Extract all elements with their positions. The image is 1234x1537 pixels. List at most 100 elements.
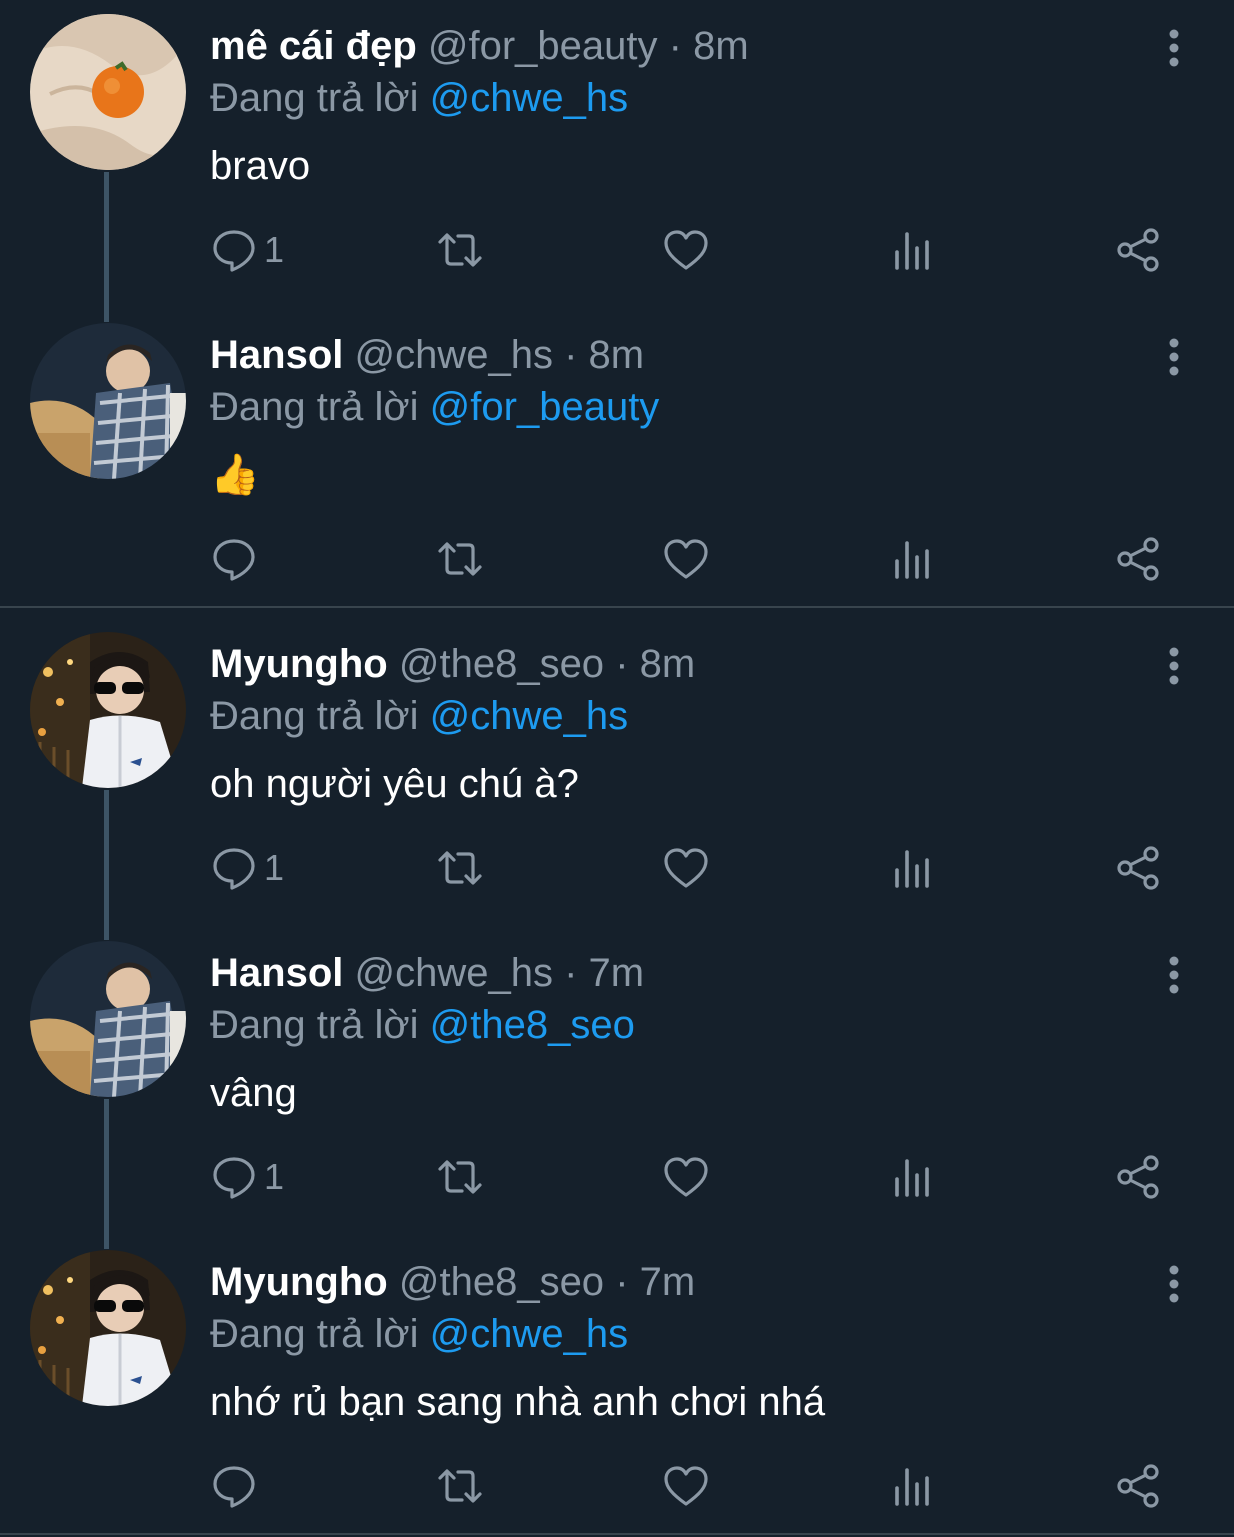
timestamp[interactable]: 7m xyxy=(640,1260,696,1304)
more-vertical-icon xyxy=(1169,29,1179,67)
more-options-button[interactable] xyxy=(1162,1264,1186,1304)
tweet-text: oh người yêu chú à? xyxy=(210,762,579,806)
user-handle[interactable]: @the8_seo xyxy=(399,1260,604,1304)
retweet-button[interactable] xyxy=(436,842,484,894)
like-button[interactable] xyxy=(662,533,710,585)
analytics-button[interactable] xyxy=(888,1460,936,1512)
analytics-button[interactable] xyxy=(888,533,936,585)
share-button[interactable] xyxy=(1114,842,1162,894)
replying-to: Đang trả lời @the8_seo xyxy=(210,999,1154,1051)
action-bar: 1 xyxy=(210,224,1170,276)
avatar-image-myungho xyxy=(30,1250,186,1406)
thread-connector-line xyxy=(104,1099,109,1249)
like-button[interactable] xyxy=(662,842,710,894)
tweet[interactable]: Myungho @the8_seo · 8m Đang trả lời @chw… xyxy=(0,618,1234,940)
retweet-icon xyxy=(438,542,482,576)
separator: · xyxy=(564,333,578,377)
display-name[interactable]: mê cái đẹp xyxy=(210,24,417,68)
avatar-image-hansol xyxy=(30,323,186,479)
action-bar xyxy=(210,1460,1170,1512)
tweet-text: vâng xyxy=(210,1071,297,1115)
more-options-button[interactable] xyxy=(1162,28,1186,68)
retweet-button[interactable] xyxy=(436,1460,484,1512)
more-options-button[interactable] xyxy=(1162,955,1186,995)
avatar[interactable] xyxy=(30,632,186,788)
user-handle[interactable]: @chwe_hs xyxy=(354,951,552,995)
timestamp[interactable]: 8m xyxy=(640,642,696,686)
user-handle[interactable]: @for_beauty xyxy=(428,24,658,68)
timestamp[interactable]: 7m xyxy=(589,951,645,995)
timestamp[interactable]: 8m xyxy=(589,333,645,377)
avatar[interactable] xyxy=(30,941,186,1097)
tweet-header: mê cái đẹp @for_beauty · 8m xyxy=(210,20,1154,72)
mention-link[interactable]: @for_beauty xyxy=(430,385,660,429)
mention-link[interactable]: @the8_seo xyxy=(430,1003,635,1047)
reply-count: 1 xyxy=(264,1156,285,1197)
retweet-button[interactable] xyxy=(436,533,484,585)
tweet[interactable]: mê cái đẹp @for_beauty · 8m Đang trả lời… xyxy=(0,0,1234,322)
analytics-button[interactable] xyxy=(888,224,936,276)
share-icon xyxy=(1117,1464,1159,1508)
more-vertical-icon xyxy=(1169,338,1179,376)
reply-button[interactable]: 1 xyxy=(210,1151,284,1203)
separator: · xyxy=(564,951,578,995)
analytics-button[interactable] xyxy=(888,1151,936,1203)
like-button[interactable] xyxy=(662,224,710,276)
retweet-button[interactable] xyxy=(436,224,484,276)
share-icon xyxy=(1117,846,1159,890)
separator: · xyxy=(615,1260,629,1304)
mention-link[interactable]: @chwe_hs xyxy=(430,1312,628,1356)
user-handle[interactable]: @chwe_hs xyxy=(354,333,552,377)
heart-icon xyxy=(664,1157,708,1197)
reply-button[interactable]: 1 xyxy=(210,842,284,894)
share-button[interactable] xyxy=(1114,1151,1162,1203)
display-name[interactable]: Myungho xyxy=(210,642,388,686)
avatar[interactable] xyxy=(30,14,186,170)
avatar-image-orange xyxy=(30,14,186,170)
user-handle[interactable]: @the8_seo xyxy=(399,642,604,686)
share-button[interactable] xyxy=(1114,224,1162,276)
avatar[interactable] xyxy=(30,323,186,479)
mention-link[interactable]: @chwe_hs xyxy=(430,76,628,120)
timestamp[interactable]: 8m xyxy=(693,24,749,68)
share-button[interactable] xyxy=(1114,1460,1162,1512)
display-name[interactable]: Hansol xyxy=(210,951,343,995)
analytics-icon xyxy=(895,232,929,270)
tweet[interactable]: Hansol @chwe_hs · 7m Đang trả lời @the8_… xyxy=(0,927,1234,1249)
tweet-text: nhớ rủ bạn sang nhà anh chơi nhá xyxy=(210,1380,826,1424)
replying-to: Đang trả lời @chwe_hs xyxy=(210,72,1154,124)
retweet-icon xyxy=(438,233,482,267)
heart-icon xyxy=(664,539,708,579)
tweet[interactable]: Myungho @the8_seo · 7m Đang trả lời @chw… xyxy=(0,1236,1234,1533)
more-vertical-icon xyxy=(1169,1265,1179,1303)
reply-button[interactable]: 1 xyxy=(210,224,284,276)
replying-to-label: Đang trả lời xyxy=(210,1312,419,1356)
like-button[interactable] xyxy=(662,1460,710,1512)
action-bar xyxy=(210,533,1170,585)
reply-button[interactable] xyxy=(210,1460,264,1512)
tweet-text: bravo xyxy=(210,144,311,188)
display-name[interactable]: Hansol xyxy=(210,333,343,377)
analytics-button[interactable] xyxy=(888,842,936,894)
more-vertical-icon xyxy=(1169,956,1179,994)
share-button[interactable] xyxy=(1114,533,1162,585)
replying-to: Đang trả lời @chwe_hs xyxy=(210,690,1154,742)
mention-link[interactable]: @chwe_hs xyxy=(430,694,628,738)
avatar[interactable] xyxy=(30,1250,186,1406)
replying-to-label: Đang trả lời xyxy=(210,694,419,738)
replying-to-label: Đang trả lời xyxy=(210,385,419,429)
separator: · xyxy=(615,642,629,686)
separator: · xyxy=(668,24,682,68)
action-bar: 1 xyxy=(210,1151,1170,1203)
more-options-button[interactable] xyxy=(1162,646,1186,686)
retweet-button[interactable] xyxy=(436,1151,484,1203)
retweet-icon xyxy=(438,1160,482,1194)
tweet[interactable]: Hansol @chwe_hs · 8m Đang trả lời @for_b… xyxy=(0,309,1234,606)
tweet-header: Hansol @chwe_hs · 7m xyxy=(210,947,1154,999)
analytics-icon xyxy=(895,1468,929,1506)
like-button[interactable] xyxy=(662,1151,710,1203)
display-name[interactable]: Myungho xyxy=(210,1260,388,1304)
more-options-button[interactable] xyxy=(1162,337,1186,377)
reply-button[interactable] xyxy=(210,533,264,585)
thread-divider xyxy=(0,606,1234,608)
